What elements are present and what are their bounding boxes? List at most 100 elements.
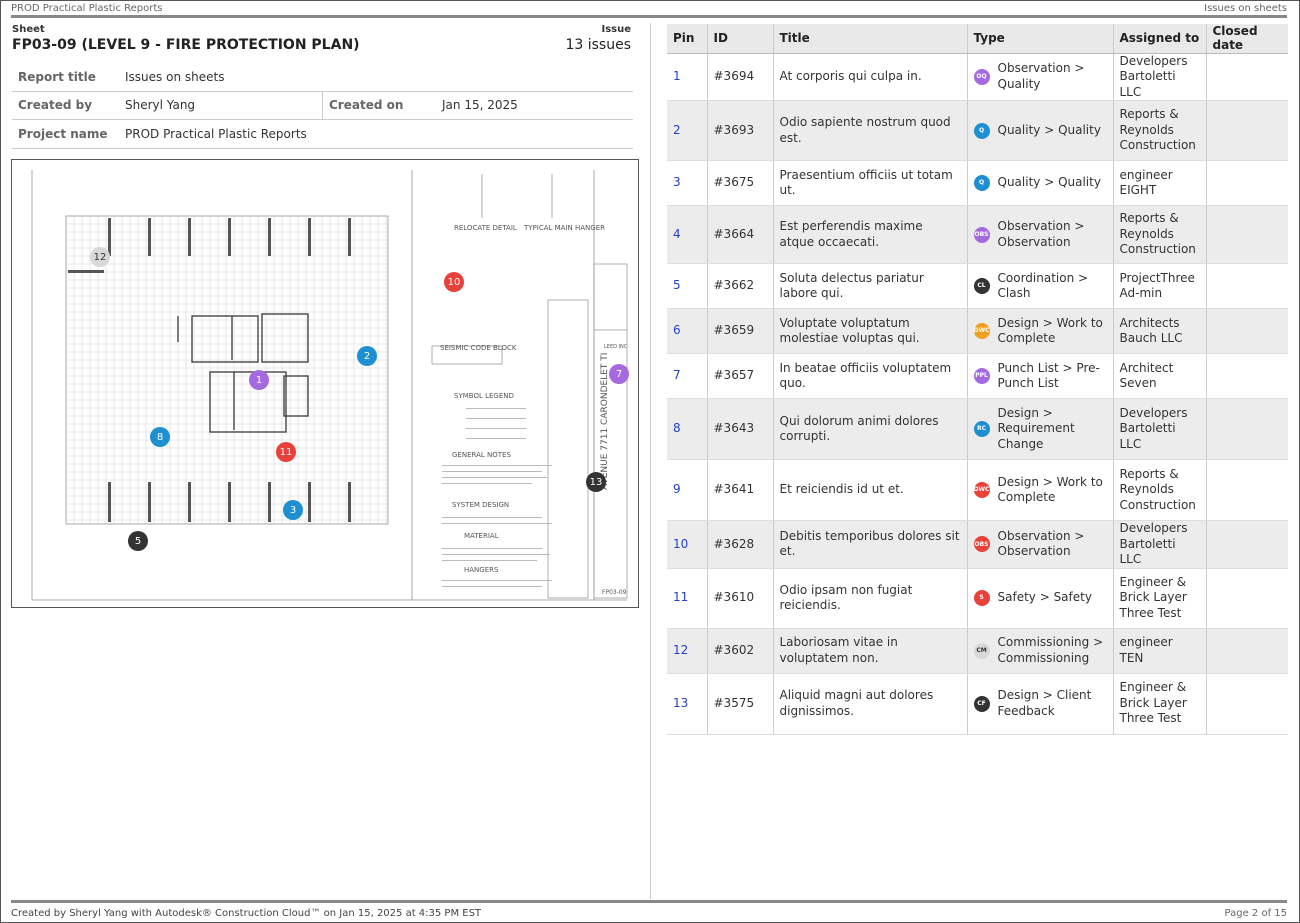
pin-link[interactable]: 8 — [667, 398, 708, 460]
issue-title: Qui dolorum animi dolores corrupti. — [773, 398, 968, 460]
type-text: Punch List > Pre-Punch List — [997, 360, 1100, 391]
issue-pin-13[interactable]: 13 — [586, 472, 606, 492]
column-header-title: Title — [773, 24, 968, 54]
issue-id: #3575 — [707, 673, 774, 735]
pin-link[interactable]: 4 — [667, 205, 708, 264]
assigned-to: Reports & Reynolds Construction — [1113, 205, 1207, 264]
meta-row-project-name: Project name PROD Practical Plastic Repo… — [12, 120, 633, 149]
type-text: Design > Work to Complete — [997, 315, 1103, 346]
meta-cell-created-by: Created by Sheryl Yang — [12, 91, 323, 119]
closed-date — [1206, 53, 1288, 101]
sheet-title: FP03-09 (LEVEL 9 - FIRE PROTECTION PLAN) — [12, 37, 360, 53]
assigned-to: Reports & Reynolds Construction — [1113, 100, 1207, 161]
issue-pin-1[interactable]: 1 — [249, 370, 269, 390]
column-divider — [650, 23, 651, 899]
closed-date — [1206, 100, 1288, 161]
symbol-legend-label: SYMBOL LEGEND — [454, 392, 514, 400]
pin-link[interactable]: 12 — [667, 628, 708, 674]
issue-type: Q Quality > Quality — [967, 160, 1114, 206]
table-row[interactable]: 9 #3641 Et reiciendis id ut et. DWC Design >… — [667, 459, 1288, 521]
column-header-assigned: Assigned to — [1113, 24, 1207, 54]
type-badge-icon: DWC — [973, 323, 990, 339]
sheet-label: Sheet — [12, 24, 45, 35]
issue-id: #3675 — [707, 160, 774, 206]
assigned-to: Engineer & Brick Layer Three Test — [1113, 673, 1207, 735]
issue-pin-8[interactable]: 8 — [150, 427, 170, 447]
meta-value: Sheryl Yang — [125, 98, 196, 113]
issue-id: #3610 — [707, 568, 774, 629]
closed-date — [1206, 568, 1288, 629]
table-row[interactable]: 1 #3694 At corporis qui culpa in. OQ Observa… — [667, 53, 1288, 101]
type-text: Observation > Observation — [997, 528, 1085, 559]
pin-link[interactable]: 2 — [667, 100, 708, 161]
pin-link[interactable]: 1 — [667, 53, 708, 101]
type-cell: CF Design > Client Feedback — [973, 688, 1107, 719]
issue-type: CL Coordination > Clash — [967, 263, 1114, 309]
issue-pin-7[interactable]: 7 — [609, 364, 629, 384]
report-page: PROD Practical Plastic Reports Issues on… — [0, 0, 1300, 923]
type-badge-icon: OBS — [973, 226, 990, 243]
core-walls — [177, 313, 309, 433]
issue-type: OQ Observation > Quality — [967, 53, 1114, 101]
meta-key: Report title — [18, 69, 96, 84]
assigned-to: Developers Bartoletti LLC — [1113, 520, 1207, 569]
pin-link[interactable]: 10 — [667, 520, 708, 569]
closed-date — [1206, 459, 1288, 521]
column-header-pin: Pin — [667, 24, 708, 54]
meta-value: Issues on sheets — [125, 69, 225, 84]
table-row[interactable]: 5 #3662 Soluta delectus pariatur labore qu… — [667, 263, 1288, 309]
issue-pin-11[interactable]: 11 — [276, 442, 296, 462]
closed-date — [1206, 353, 1288, 399]
table-row[interactable]: 13 #3575 Aliquid magni aut dolores digniss… — [667, 673, 1288, 735]
header-rule — [11, 15, 1287, 18]
table-row[interactable]: 11 #3610 Odio ipsam non fugiat reiciendis.… — [667, 568, 1288, 629]
table-row[interactable]: 8 #3643 Qui dolorum animi dolores corrupti… — [667, 398, 1288, 460]
pin-link[interactable]: 3 — [667, 160, 708, 206]
issue-pin-12[interactable]: 12 — [90, 247, 110, 267]
table-row[interactable]: 4 #3664 Est perferendis maxime atque occae… — [667, 205, 1288, 264]
table-row[interactable]: 6 #3659 Voluptate voluptatum molestiae vol… — [667, 308, 1288, 354]
pin-link[interactable]: 13 — [667, 673, 708, 735]
type-badge-icon: CL — [973, 278, 990, 294]
type-cell: OBS Observation > Observation — [973, 528, 1107, 560]
issue-id: #3664 — [707, 205, 774, 264]
issue-pin-10[interactable]: 10 — [444, 272, 464, 292]
meta-key: Project name — [18, 126, 108, 141]
issue-pin-3[interactable]: 3 — [283, 500, 303, 520]
issue-title: Aliquid magni aut dolores dignissimos. — [773, 673, 968, 735]
note-lines — [442, 408, 552, 587]
pin-link[interactable]: 5 — [667, 263, 708, 309]
closed-date — [1206, 673, 1288, 735]
floor-plan-drawing: RELOCATE DETAIL TYPICAL MAIN HANGER SEIS… — [31, 170, 628, 601]
table-row[interactable]: 10 #3628 Debitis temporibus dolores sit et… — [667, 520, 1288, 569]
table-row[interactable]: 2 #3693 Odio sapiente nostrum quod est. Q Qu… — [667, 100, 1288, 161]
type-text: Commissioning > Commissioning — [997, 635, 1104, 665]
issue-type: S Safety > Safety — [967, 568, 1114, 629]
pin-link[interactable]: 11 — [667, 568, 708, 629]
issue-pin-2[interactable]: 2 — [357, 346, 377, 366]
table-row[interactable]: 3 #3675 Praesentium officiis ut totam ut. Q… — [667, 160, 1288, 206]
issue-pin-5[interactable]: 5 — [128, 531, 148, 551]
closed-date — [1206, 160, 1288, 206]
type-badge-icon: OBS — [973, 536, 990, 553]
type-text: Design > Work to Complete — [997, 474, 1103, 505]
pin-link[interactable]: 6 — [667, 308, 708, 354]
sheet-thumbnail[interactable]: RELOCATE DETAIL TYPICAL MAIN HANGER SEIS… — [11, 159, 639, 608]
table-row[interactable]: 12 #3602 Laboriosam vitae in voluptatem no… — [667, 628, 1288, 674]
material-label: MATERIAL — [464, 532, 499, 540]
leed-label: LEED INC — [604, 344, 628, 350]
type-cell: CL Coordination > Clash — [973, 271, 1107, 302]
table-row[interactable]: 7 #3657 In beatae officiis voluptatem quo.… — [667, 353, 1288, 399]
meta-cell-created-on: Created on Jan 15, 2025 — [323, 92, 518, 120]
issue-title: Soluta delectus pariatur labore qui. — [773, 263, 968, 309]
plan-grid — [65, 215, 388, 524]
issue-title: Odio ipsam non fugiat reiciendis. — [773, 568, 968, 629]
pin-link[interactable]: 7 — [667, 353, 708, 399]
title-block — [431, 174, 628, 599]
pin-link[interactable]: 9 — [667, 459, 708, 521]
system-design-label: SYSTEM DESIGN — [452, 501, 509, 509]
issue-title: Debitis temporibus dolores sit et. — [773, 520, 968, 569]
footer-created-by: Created by Sheryl Yang with Autodesk® Co… — [11, 908, 482, 919]
issue-label: Issue — [601, 24, 631, 35]
issue-title: Laboriosam vitae in voluptatem non. — [773, 628, 968, 674]
